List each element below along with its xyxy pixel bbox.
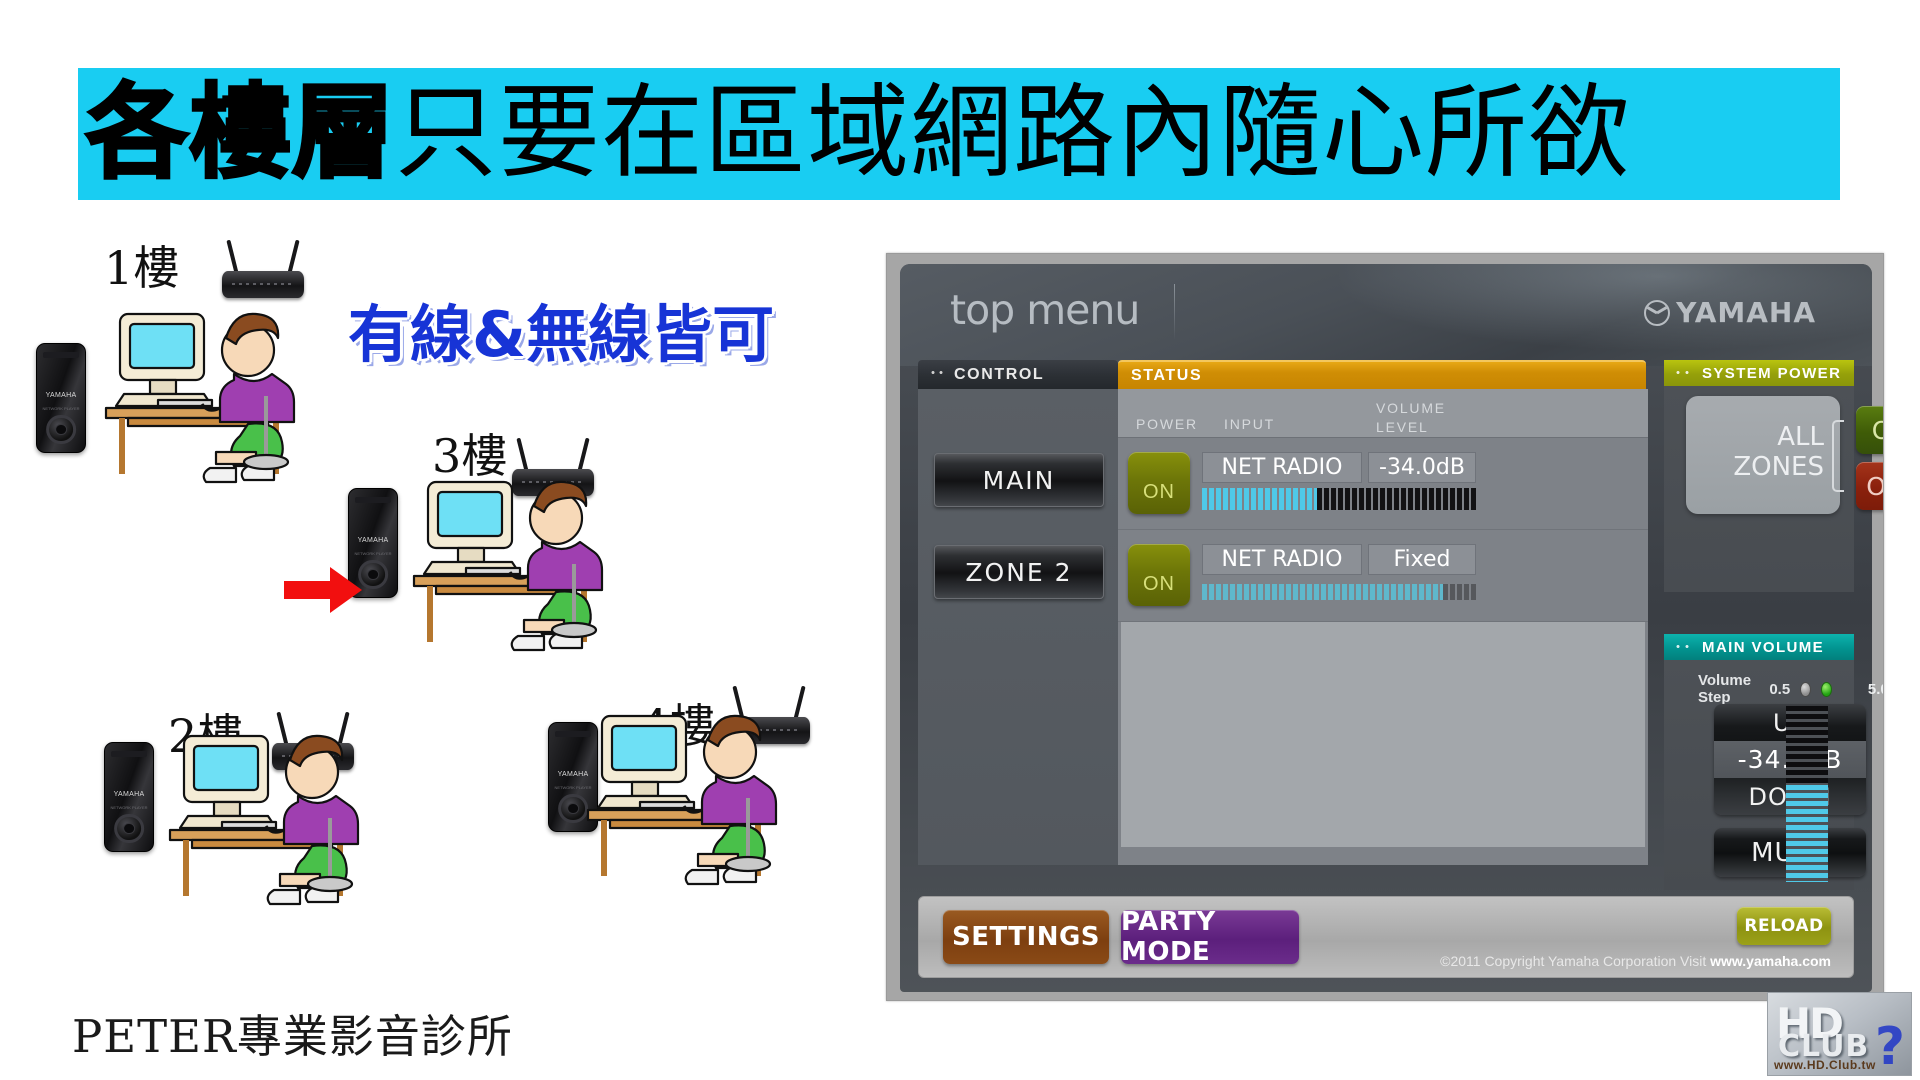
hdclub-watermark: HD CLUB ? www.HD.Club.tw xyxy=(1767,992,1912,1076)
grip-dots-icon xyxy=(1675,644,1692,649)
power-indicator-main[interactable]: ON xyxy=(1128,452,1190,514)
yamaha-tuning-fork-icon xyxy=(1644,299,1671,326)
main-volume-card: MAIN VOLUME Volume Step 0.5 5.0 UP -34.0… xyxy=(1664,634,1883,890)
yamaha-wordmark: YAMAHA xyxy=(1676,296,1816,329)
column-header-power: POWER xyxy=(1136,416,1198,432)
author-signature: PETER專業影音診所 xyxy=(72,1010,513,1063)
pointer-arrow-icon xyxy=(284,565,364,615)
brace-decoration xyxy=(1832,420,1844,492)
volume-step-row: Volume Step 0.5 5.0 xyxy=(1698,672,1883,706)
watermark-url: www.HD.Club.tw xyxy=(1774,1058,1876,1072)
main-volume-body: Volume Step 0.5 5.0 UP -34.0dB DOWN MUTE xyxy=(1664,660,1883,890)
tab-control[interactable]: CONTROL xyxy=(918,360,1118,389)
system-power-title: SYSTEM POWER xyxy=(1664,360,1854,386)
main-volume-title: MAIN VOLUME xyxy=(1664,634,1854,660)
desk-scene-floor4 xyxy=(580,702,790,892)
yamaha-web-control-ui: top menu YAMAHA CONTROL STATUS MAIN ZONE… xyxy=(886,253,1884,1001)
tab-bar: CONTROL STATUS xyxy=(918,360,1648,389)
status-row-main: ON NET RADIO -34.0dB xyxy=(1118,438,1648,530)
yamaha-logo: YAMAHA xyxy=(1644,296,1816,329)
phone-brand-label: YAMAHA xyxy=(357,536,389,544)
input-value-main: NET RADIO xyxy=(1202,452,1362,483)
status-panel: POWER INPUT VOLUME LEVEL ON NET RADIO -3… xyxy=(1118,389,1648,865)
zone-button-main[interactable]: MAIN xyxy=(934,453,1104,507)
zone-button-column: MAIN ZONE 2 xyxy=(918,389,1118,865)
copyright-notice: ©2011 Copyright Yamaha Corporation Visit… xyxy=(1440,953,1831,969)
all-zones-label-line2: ZONES xyxy=(1733,452,1824,482)
phone-brand-label: YAMAHA xyxy=(113,790,145,798)
copyright-text: ©2011 Copyright Yamaha Corporation Visit xyxy=(1440,953,1711,969)
phone-sub-label: NETWORK PLAYER xyxy=(42,405,80,411)
party-mode-button[interactable]: PARTY MODE xyxy=(1121,907,1299,967)
tab-status-label: STATUS xyxy=(1131,366,1203,384)
all-zones-label: ALL ZONES xyxy=(1720,422,1824,482)
bottom-action-bar: SETTINGS PARTY MODE RELOAD ©2011 Copyrig… xyxy=(918,896,1854,978)
phone-floor1: YAMAHA NETWORK PLAYER xyxy=(36,343,86,453)
header-divider xyxy=(1174,284,1175,340)
status-empty-area xyxy=(1121,622,1645,847)
slide-canvas: 各樓層只要在區域網路內隨心所欲 有線&無線皆可 1樓 YAMAHA NETWOR… xyxy=(0,0,1920,1080)
floor-label-1: 1樓 xyxy=(104,241,180,295)
volume-step-radio-50[interactable] xyxy=(1821,681,1832,697)
phone-floor2: YAMAHA NETWORK PLAYER xyxy=(104,742,154,852)
phone-brand-label: YAMAHA xyxy=(45,391,77,399)
top-menu-title[interactable]: top menu xyxy=(950,286,1140,334)
volume-step-option-50[interactable]: 5.0 xyxy=(1868,681,1883,698)
wired-wireless-caption: 有線&無線皆可 xyxy=(348,298,775,371)
copyright-url[interactable]: www.yamaha.com xyxy=(1710,953,1831,969)
yamaha-ui-frame: top menu YAMAHA CONTROL STATUS MAIN ZONE… xyxy=(900,264,1883,992)
zone-button-zone2[interactable]: ZONE 2 xyxy=(934,545,1104,599)
system-power-card: SYSTEM POWER ALL ZONES ON OFF xyxy=(1664,360,1883,592)
main-volume-title-label: MAIN VOLUME xyxy=(1702,638,1825,656)
reload-button[interactable]: RELOAD xyxy=(1737,907,1831,945)
status-column-headers: POWER INPUT VOLUME LEVEL xyxy=(1118,389,1648,438)
status-row-zone2: ON NET RADIO Fixed xyxy=(1118,530,1648,622)
volume-value-zone2: Fixed xyxy=(1368,544,1476,575)
volume-value-main: -34.0dB xyxy=(1368,452,1476,483)
phone-sub-label: NETWORK PLAYER xyxy=(354,550,392,556)
volume-step-label: Volume Step xyxy=(1698,672,1752,706)
main-volume-meter xyxy=(1786,706,1828,882)
input-value-zone2: NET RADIO xyxy=(1202,544,1362,575)
system-power-title-label: SYSTEM POWER xyxy=(1702,364,1842,382)
desk-scene-floor3 xyxy=(406,468,616,658)
column-header-volume-line1: VOLUME xyxy=(1376,400,1446,416)
all-zones-label-line1: ALL xyxy=(1777,422,1824,452)
banner-text: 各樓層只要在區域網路內隨心所欲 xyxy=(85,78,1631,189)
volume-step-radio-05[interactable] xyxy=(1800,681,1812,697)
column-header-volume-line2: LEVEL xyxy=(1376,419,1429,435)
router-icon-floor1 xyxy=(222,239,304,298)
ui-header: top menu YAMAHA xyxy=(900,264,1872,366)
phone-sub-label: NETWORK PLAYER xyxy=(110,804,148,810)
desk-scene-floor2 xyxy=(162,722,372,912)
all-zones-control: ALL ZONES ON OFF xyxy=(1686,396,1883,514)
tab-control-label: CONTROL xyxy=(954,365,1045,383)
system-power-body: ALL ZONES ON OFF xyxy=(1664,386,1883,592)
settings-button[interactable]: SETTINGS xyxy=(943,910,1109,964)
volume-meter-zone2 xyxy=(1202,584,1476,600)
all-zones-on-button[interactable]: ON xyxy=(1856,406,1883,454)
watermark-question-mark: ? xyxy=(1874,1017,1905,1076)
column-header-input: INPUT xyxy=(1224,416,1275,432)
volume-step-option-05[interactable]: 0.5 xyxy=(1769,681,1790,698)
desk-scene-floor1 xyxy=(98,300,308,490)
volume-meter-main xyxy=(1202,488,1476,510)
all-zones-off-button[interactable]: OFF xyxy=(1856,462,1883,510)
grip-dots-icon xyxy=(1675,370,1692,375)
power-indicator-zone2[interactable]: ON xyxy=(1128,544,1190,606)
title-banner: 各樓層只要在區域網路內隨心所欲 xyxy=(78,68,1840,200)
banner-bold-prefix: 各樓層 xyxy=(85,74,396,193)
banner-rest: 只要在區域網路內隨心所欲 xyxy=(395,74,1631,193)
grip-dots-icon xyxy=(930,370,946,375)
tab-status[interactable]: STATUS xyxy=(1118,360,1646,389)
